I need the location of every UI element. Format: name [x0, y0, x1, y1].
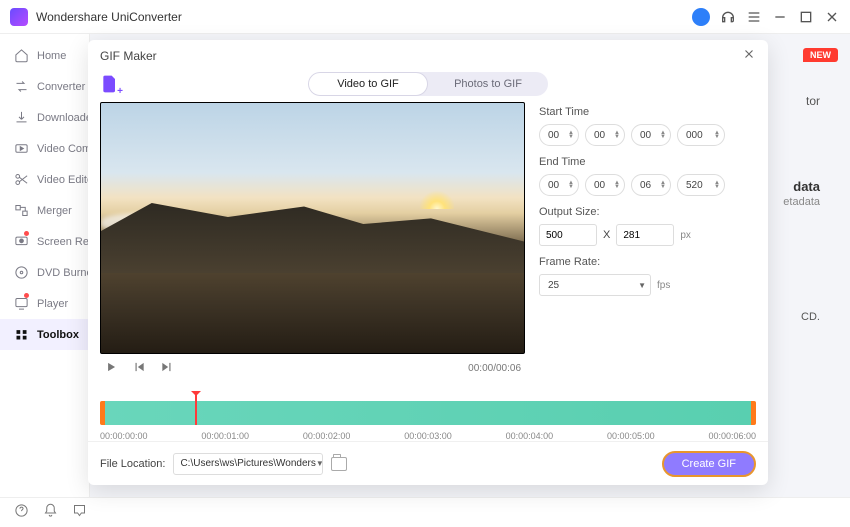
output-size-label: Output Size: — [539, 206, 756, 218]
add-file-icon[interactable] — [100, 74, 120, 94]
sidebar-item-label: Downloader — [37, 112, 96, 124]
feedback-icon[interactable] — [72, 503, 87, 523]
user-avatar-icon[interactable] — [692, 8, 710, 26]
settings-pane: Start Time 00▲▼ 00▲▼ 00▲▼ 000▲▼ End Time… — [539, 102, 756, 395]
fps-unit: fps — [657, 280, 670, 291]
end-hours-stepper[interactable]: 00▲▼ — [539, 174, 579, 196]
timeline-track[interactable] — [100, 401, 756, 425]
file-location-select[interactable]: C:\Users\ws\Pictures\Wonders▼ — [173, 453, 323, 475]
sidebar-item-recorder[interactable]: Screen Recorder — [0, 226, 89, 257]
dialog-close-icon[interactable] — [742, 47, 756, 66]
time-display: 00:00/00:06 — [468, 363, 521, 374]
end-minutes-stepper[interactable]: 00▲▼ — [585, 174, 625, 196]
timeline-ticks: 00:00:00:00 00:00:01:00 00:00:02:00 00:0… — [100, 431, 756, 441]
sidebar-item-label: Merger — [37, 205, 72, 217]
sidebar-item-dvd[interactable]: DVD Burner — [0, 257, 89, 288]
next-frame-icon[interactable] — [160, 360, 174, 377]
sidebar-item-label: Toolbox — [37, 329, 79, 341]
start-time-label: Start Time — [539, 106, 756, 118]
px-unit: px — [680, 230, 691, 241]
output-height-input[interactable] — [616, 224, 674, 246]
bg-text-1: tor — [806, 94, 820, 108]
end-ms-stepper[interactable]: 520▲▼ — [677, 174, 725, 196]
prev-frame-icon[interactable] — [132, 360, 146, 377]
playback-controls: 00:00/00:06 — [100, 354, 525, 382]
gif-maker-dialog: GIF Maker Video to GIF Photos to GIF 00:… — [88, 40, 768, 485]
close-icon[interactable] — [824, 9, 840, 25]
end-seconds-stepper[interactable]: 06▲▼ — [631, 174, 671, 196]
video-preview[interactable] — [100, 102, 525, 354]
dialog-footer: File Location: C:\Users\ws\Pictures\Wond… — [88, 441, 768, 485]
new-badge: NEW — [803, 48, 838, 62]
output-width-input[interactable] — [539, 224, 597, 246]
sidebar-item-player[interactable]: Player — [0, 288, 89, 319]
tab-video-to-gif[interactable]: Video to GIF — [308, 72, 428, 96]
timeline: 00:00:00:00 00:00:01:00 00:00:02:00 00:0… — [88, 395, 768, 441]
file-location-label: File Location: — [100, 458, 165, 470]
sidebar-item-label: Converter — [37, 81, 85, 93]
sidebar-item-label: Player — [37, 298, 68, 310]
play-icon[interactable] — [104, 360, 118, 377]
dialog-title: GIF Maker — [100, 49, 157, 63]
x-separator: X — [603, 229, 610, 241]
tab-photos-to-gif[interactable]: Photos to GIF — [428, 72, 548, 96]
browse-folder-icon[interactable] — [331, 457, 347, 471]
status-bar — [0, 497, 850, 527]
app-title: Wondershare UniConverter — [36, 10, 182, 24]
help-icon[interactable] — [14, 503, 29, 523]
start-hours-stepper[interactable]: 00▲▼ — [539, 124, 579, 146]
maximize-icon[interactable] — [798, 9, 814, 25]
sidebar: Home Converter Downloader Video Compress… — [0, 34, 90, 497]
end-time-label: End Time — [539, 156, 756, 168]
sidebar-item-merger[interactable]: Merger — [0, 195, 89, 226]
app-logo — [10, 8, 28, 26]
preview-pane: 00:00/00:06 — [100, 102, 525, 395]
frame-rate-label: Frame Rate: — [539, 256, 756, 268]
bg-text-3: etadata — [783, 196, 820, 208]
bg-text-2: data — [793, 179, 820, 194]
start-ms-stepper[interactable]: 000▲▼ — [677, 124, 725, 146]
mode-tabs: Video to GIF Photos to GIF — [308, 72, 548, 96]
sidebar-item-converter[interactable]: Converter — [0, 71, 89, 102]
start-minutes-stepper[interactable]: 00▲▼ — [585, 124, 625, 146]
title-bar: Wondershare UniConverter — [0, 0, 850, 34]
bell-icon[interactable] — [43, 503, 58, 523]
sidebar-item-label: Home — [37, 50, 66, 62]
sidebar-item-editor[interactable]: Video Editor — [0, 164, 89, 195]
create-gif-button[interactable]: Create GIF — [662, 451, 756, 477]
bg-text-4: CD. — [801, 311, 820, 323]
sidebar-item-compressor[interactable]: Video Compressor — [0, 133, 89, 164]
sidebar-item-toolbox[interactable]: Toolbox — [0, 319, 89, 350]
menu-icon[interactable] — [746, 9, 762, 25]
frame-rate-select[interactable]: 25▼ — [539, 274, 651, 296]
chevron-down-icon: ▼ — [638, 281, 646, 290]
minimize-icon[interactable] — [772, 9, 788, 25]
start-seconds-stepper[interactable]: 00▲▼ — [631, 124, 671, 146]
chevron-down-icon: ▼ — [316, 459, 324, 468]
sidebar-item-downloader[interactable]: Downloader — [0, 102, 89, 133]
playhead[interactable] — [195, 395, 197, 425]
sidebar-item-home[interactable]: Home — [0, 40, 89, 71]
support-icon[interactable] — [720, 9, 736, 25]
